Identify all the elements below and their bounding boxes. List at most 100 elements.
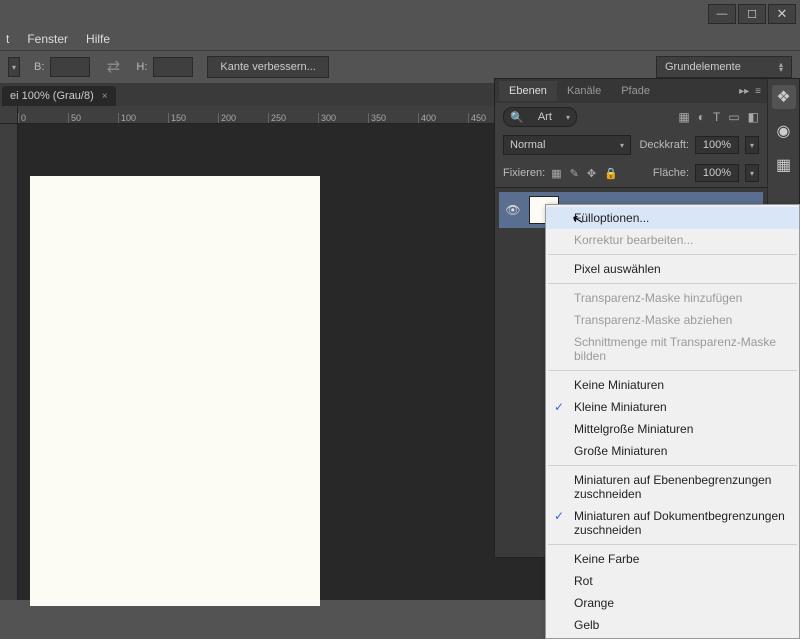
maximize-button[interactable]: ☐ [738, 4, 766, 24]
context-menu-item: Transparenz-Maske abziehen [546, 309, 799, 331]
menu-item-label: Pixel auswählen [574, 262, 661, 276]
filter-type-dropdown[interactable]: 🔍Art▾ [503, 107, 577, 127]
layers-panel-icon[interactable]: ❖ [772, 85, 796, 109]
lock-row: Fixieren: ▦ ✎ ✥ 🔒 Fläche: 100% ▾ [495, 159, 767, 187]
context-menu-item[interactable]: Keine Miniaturen [546, 374, 799, 396]
menu-item[interactable]: t [6, 32, 9, 46]
document-tab-title: ei 100% (Grau/8) [10, 90, 94, 102]
context-menu-item: Korrektur bearbeiten... [546, 229, 799, 251]
menu-separator [548, 254, 797, 255]
check-icon: ✓ [554, 400, 564, 414]
opacity-field[interactable]: 100% [695, 136, 739, 154]
vertical-ruler [0, 124, 18, 600]
ruler-mark: 400 [418, 113, 468, 123]
menu-item-label: Große Miniaturen [574, 444, 667, 458]
ruler-mark: 300 [318, 113, 368, 123]
tab-layers[interactable]: Ebenen [499, 81, 557, 101]
menu-item-window[interactable]: Fenster [27, 32, 68, 46]
preset-label: Grundelemente [665, 61, 741, 73]
context-menu-item[interactable]: Rot [546, 570, 799, 592]
menu-item-label: Rot [574, 574, 593, 588]
context-menu: Fülloptionen... Korrektur bearbeiten... Pi… [545, 204, 800, 639]
menu-item-label: Keine Miniaturen [574, 378, 664, 392]
filter-row: 🔍Art▾ ▦ ◐ T ▭ ◧ [495, 103, 767, 131]
filter-pixel-icon[interactable]: ▦ [678, 110, 689, 124]
context-menu-item[interactable]: Mittelgroße Miniaturen [546, 418, 799, 440]
menu-item-label: Miniaturen auf Dokumentbegrenzungen zusc… [574, 509, 785, 537]
filter-shape-icon[interactable]: ▭ [728, 110, 739, 124]
ruler-mark: 200 [218, 113, 268, 123]
menu-item-label: Korrektur bearbeiten... [574, 233, 693, 247]
ruler-corner [0, 106, 18, 124]
document-tab[interactable]: ei 100% (Grau/8) × [2, 86, 116, 106]
ruler-mark: 0 [18, 113, 68, 123]
width-label: B: [34, 61, 44, 73]
tab-channels[interactable]: Kanäle [557, 81, 611, 101]
lock-transparent-icon[interactable]: ▦ [551, 167, 561, 180]
menu-item-label: Transparenz-Maske hinzufügen [574, 291, 742, 305]
close-tab-icon[interactable]: × [102, 91, 108, 102]
menu-item-label: Fülloptionen... [574, 211, 649, 225]
opacity-dropdown-button[interactable]: ▾ [745, 136, 759, 154]
collapse-icon[interactable]: ▸▸ [739, 86, 749, 97]
menu-separator [548, 283, 797, 284]
styles-panel-icon[interactable]: ▦ [772, 153, 796, 177]
filter-smart-icon[interactable]: ◧ [748, 110, 759, 124]
filter-adjust-icon[interactable]: ◐ [698, 110, 705, 124]
menu-item-help[interactable]: Hilfe [86, 32, 110, 46]
context-menu-item: Schnittmenge mit Transparenz-Maske bilde… [546, 331, 799, 367]
context-menu-item[interactable]: Miniaturen auf Ebenenbegrenzungen zuschn… [546, 469, 799, 505]
dropdown-arrows-icon: ▴▾ [779, 62, 783, 72]
ruler-mark: 50 [68, 113, 118, 123]
menu-separator [548, 465, 797, 466]
context-menu-item[interactable]: Pixel auswählen [546, 258, 799, 280]
visibility-icon[interactable]: 👁 [505, 203, 521, 217]
context-menu-item[interactable]: Große Miniaturen [546, 440, 799, 462]
lock-label: Fixieren: [503, 167, 545, 179]
menu-item-label: Gelb [574, 618, 599, 632]
height-label: H: [136, 61, 147, 73]
panel-menu-icon[interactable]: ≡ [755, 86, 761, 97]
minimize-button[interactable]: — [708, 4, 736, 24]
menu-item-label: Orange [574, 596, 614, 610]
menu-item-label: Kleine Miniaturen [574, 400, 667, 414]
workspace-preset-dropdown[interactable]: Grundelemente ▴▾ [656, 56, 792, 78]
ruler-mark: 250 [268, 113, 318, 123]
ruler-mark: 350 [368, 113, 418, 123]
tab-paths[interactable]: Pfade [611, 81, 660, 101]
lock-all-icon[interactable]: 🔒 [604, 167, 618, 180]
fill-field[interactable]: 100% [695, 164, 739, 182]
context-menu-item[interactable]: Keine Farbe [546, 548, 799, 570]
close-button[interactable]: ✕ [768, 4, 796, 24]
swap-icon[interactable]: ⇄ [104, 58, 122, 76]
tool-preset-dropdown[interactable]: ▾ [8, 57, 20, 77]
fill-dropdown-button[interactable]: ▾ [745, 164, 759, 182]
refine-edge-button[interactable]: Kante verbessern... [207, 56, 328, 78]
panel-tabs: Ebenen Kanäle Pfade ▸▸ ≡ [495, 79, 767, 103]
context-menu-item[interactable]: Gelb [546, 614, 799, 636]
opacity-label: Deckkraft: [639, 139, 689, 151]
context-menu-item: Transparenz-Maske hinzufügen [546, 287, 799, 309]
lock-paint-icon[interactable]: ✎ [570, 167, 579, 180]
canvas[interactable] [30, 176, 320, 606]
height-field[interactable] [153, 57, 193, 77]
menu-separator [548, 370, 797, 371]
ruler-mark: 150 [168, 113, 218, 123]
context-menu-item[interactable]: Fülloptionen... [546, 207, 799, 229]
adjustments-panel-icon[interactable]: ◉ [772, 119, 796, 143]
context-menu-item[interactable]: Orange [546, 592, 799, 614]
menu-item-label: Transparenz-Maske abziehen [574, 313, 732, 327]
context-menu-item[interactable]: ✓ Kleine Miniaturen [546, 396, 799, 418]
filter-type-icon[interactable]: T [713, 110, 720, 124]
context-menu-item[interactable]: ✓ Miniaturen auf Dokumentbegrenzungen zus… [546, 505, 799, 541]
menu-item-label: Schnittmenge mit Transparenz-Maske bilde… [574, 335, 776, 363]
blend-label: Normal [510, 139, 545, 151]
menu-item-label: Keine Farbe [574, 552, 639, 566]
ruler-mark: 100 [118, 113, 168, 123]
width-field[interactable] [50, 57, 90, 77]
lock-move-icon[interactable]: ✥ [587, 167, 596, 180]
fill-label: Fläche: [653, 167, 689, 179]
blend-row: Normal▾ Deckkraft: 100% ▾ [495, 131, 767, 159]
check-icon: ✓ [554, 509, 564, 523]
blend-mode-dropdown[interactable]: Normal▾ [503, 135, 631, 155]
